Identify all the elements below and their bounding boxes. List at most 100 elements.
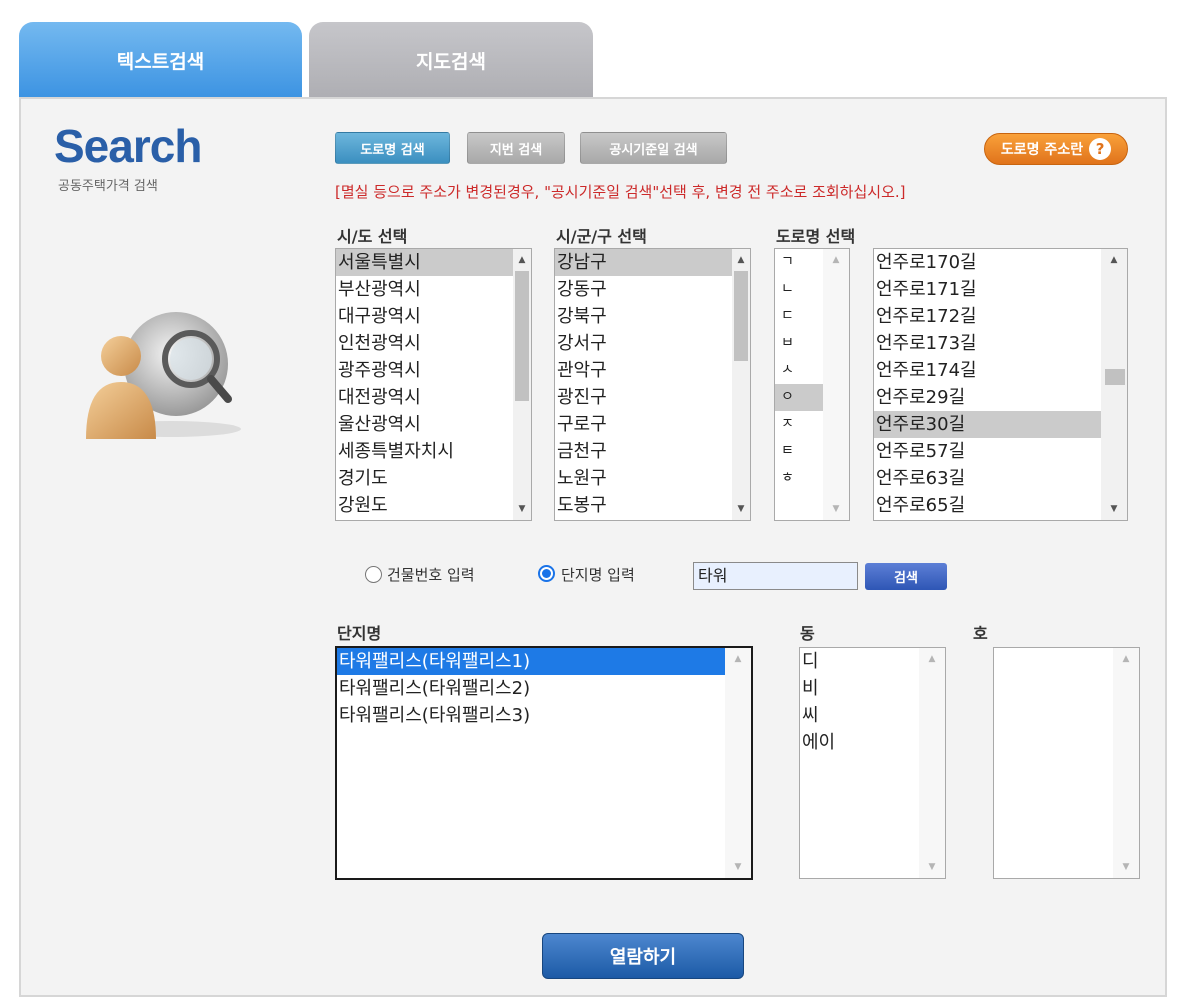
list-item[interactable]: 강서구	[555, 330, 732, 357]
view-button[interactable]: 열람하기	[542, 933, 744, 979]
lot-number-search-button[interactable]: 지번 검색	[467, 132, 565, 164]
list-item[interactable]: ㅅ	[775, 357, 823, 384]
ho-listbox[interactable]: ▲ ▼	[993, 647, 1140, 879]
ho-label: 호	[973, 624, 988, 643]
list-item[interactable]: 관악구	[555, 357, 732, 384]
complex-name-radio[interactable]	[538, 565, 555, 582]
sigungu-listbox[interactable]: 강남구 강동구 강북구 강서구 관악구 광진구 구로구 금천구 노원구 도봉구 …	[554, 248, 751, 521]
scroll-down-icon[interactable]: ▼	[1101, 500, 1127, 518]
scroll-thumb[interactable]	[515, 271, 529, 401]
list-item[interactable]: 씨	[800, 702, 919, 729]
list-item[interactable]: 언주로63길	[874, 465, 1101, 492]
list-item[interactable]: 서울특별시	[336, 249, 513, 276]
list-item[interactable]: 인천광역시	[336, 330, 513, 357]
list-item[interactable]: 에이	[800, 729, 919, 756]
list-item[interactable]: 타워팰리스(타워팰리스1)	[337, 648, 733, 675]
complex-scrollbar[interactable]: ▲ ▼	[725, 648, 751, 878]
road-name-search-button[interactable]: 도로명 검색	[335, 132, 450, 164]
list-item[interactable]: ㅎ	[775, 465, 823, 492]
building-number-label: 건물번호 입력	[387, 566, 475, 584]
list-item[interactable]: 언주로170길	[874, 249, 1101, 276]
initial-scrollbar[interactable]: ▲ ▼	[823, 249, 849, 520]
ho-scrollbar[interactable]: ▲ ▼	[1113, 648, 1139, 878]
notice-date-search-button[interactable]: 공시기준일 검색	[580, 132, 727, 164]
dong-listbox[interactable]: 디 비 씨 에이 ▲ ▼	[799, 647, 946, 879]
logo-title: Search	[54, 120, 202, 172]
complex-label: 단지명	[337, 624, 382, 643]
dong-scrollbar[interactable]: ▲ ▼	[919, 648, 945, 878]
list-item[interactable]: 비	[800, 675, 919, 702]
list-item[interactable]: 광주광역시	[336, 357, 513, 384]
dong-label: 동	[800, 624, 815, 643]
list-item[interactable]: ㅇ	[775, 384, 823, 411]
scroll-up-icon[interactable]: ▲	[919, 650, 945, 668]
list-item[interactable]: 언주로57길	[874, 438, 1101, 465]
list-item[interactable]: 언주로65길	[874, 492, 1101, 519]
list-item[interactable]: 언주로173길	[874, 330, 1101, 357]
list-item[interactable]: 강동구	[555, 276, 732, 303]
scroll-down-icon[interactable]: ▼	[513, 500, 531, 518]
scroll-up-icon[interactable]: ▲	[725, 650, 751, 668]
scroll-up-icon[interactable]: ▲	[1113, 650, 1139, 668]
list-item[interactable]: 세종특별자치시	[336, 438, 513, 465]
person-magnifier-icon	[86, 312, 241, 439]
sido-listbox[interactable]: 서울특별시 부산광역시 대구광역시 인천광역시 광주광역시 대전광역시 울산광역…	[335, 248, 532, 521]
list-item[interactable]: 경기도	[336, 465, 513, 492]
list-item[interactable]: 언주로174길	[874, 357, 1101, 384]
list-item[interactable]: 구로구	[555, 411, 732, 438]
list-item[interactable]: ㄱ	[775, 249, 823, 276]
road-name-listbox[interactable]: 언주로170길 언주로171길 언주로172길 언주로173길 언주로174길 …	[873, 248, 1128, 521]
list-item[interactable]: 강남구	[555, 249, 732, 276]
list-item[interactable]: 디	[800, 648, 919, 675]
scroll-down-icon[interactable]: ▼	[732, 500, 750, 518]
question-icon: ?	[1089, 138, 1112, 160]
list-item[interactable]: 울산광역시	[336, 411, 513, 438]
list-item[interactable]: 금천구	[555, 438, 732, 465]
building-number-radio[interactable]	[365, 566, 382, 583]
scroll-up-icon[interactable]: ▲	[513, 251, 531, 269]
scroll-down-icon[interactable]: ▼	[919, 858, 945, 876]
list-item[interactable]: ㅈ	[775, 411, 823, 438]
notice-text: [멸실 등으로 주소가 변경된경우, "공시기준일 검색"선택 후, 변경 전 …	[335, 183, 906, 201]
list-item[interactable]: 강북구	[555, 303, 732, 330]
scroll-down-icon[interactable]: ▼	[725, 858, 751, 876]
complex-search-input[interactable]: 타워	[693, 562, 858, 590]
complex-name-label: 단지명 입력	[561, 566, 635, 584]
tab-map-search[interactable]: 지도검색	[309, 22, 593, 98]
scroll-thumb[interactable]	[1105, 369, 1125, 385]
list-item[interactable]: ㄷ	[775, 303, 823, 330]
scroll-up-icon[interactable]: ▲	[823, 251, 849, 269]
scroll-thumb[interactable]	[734, 271, 748, 361]
list-item[interactable]: 언주로171길	[874, 276, 1101, 303]
tab-text-search[interactable]: 텍스트검색	[19, 22, 302, 98]
list-item[interactable]: 타워팰리스(타워팰리스3)	[337, 702, 733, 729]
list-item[interactable]: ㄴ	[775, 276, 823, 303]
list-item[interactable]: 노원구	[555, 465, 732, 492]
scroll-down-icon[interactable]: ▼	[1113, 858, 1139, 876]
list-item[interactable]: 부산광역시	[336, 276, 513, 303]
list-item[interactable]: 언주로30길	[874, 411, 1101, 438]
list-item[interactable]: 타워팰리스(타워팰리스2)	[337, 675, 733, 702]
list-item[interactable]: 강원도	[336, 492, 513, 519]
search-panel: Search 공동주택가격 검색 도로명 검색 지번 검색 공시기준일 검색 도…	[19, 97, 1167, 997]
sido-scrollbar[interactable]: ▲ ▼	[513, 249, 531, 520]
list-item[interactable]: 대전광역시	[336, 384, 513, 411]
scroll-down-icon[interactable]: ▼	[823, 500, 849, 518]
list-item[interactable]: 대구광역시	[336, 303, 513, 330]
road-label: 도로명 선택	[776, 227, 856, 246]
road-initial-listbox[interactable]: ㄱ ㄴ ㄷ ㅂ ㅅ ㅇ ㅈ ㅌ ㅎ ▲ ▼	[774, 248, 850, 521]
list-item[interactable]: ㅌ	[775, 438, 823, 465]
complex-search-button[interactable]: 검색	[865, 563, 947, 590]
list-item[interactable]: 언주로29길	[874, 384, 1101, 411]
guide-label: 도로명 주소란	[1000, 142, 1084, 158]
road-name-scrollbar[interactable]: ▲ ▼	[1101, 249, 1127, 520]
scroll-up-icon[interactable]: ▲	[732, 251, 750, 269]
list-item[interactable]: ㅂ	[775, 330, 823, 357]
list-item[interactable]: 언주로172길	[874, 303, 1101, 330]
list-item[interactable]: 도봉구	[555, 492, 732, 519]
sigungu-scrollbar[interactable]: ▲ ▼	[732, 249, 750, 520]
scroll-up-icon[interactable]: ▲	[1101, 251, 1127, 269]
road-address-guide-button[interactable]: 도로명 주소란 ?	[984, 133, 1128, 165]
complex-listbox[interactable]: 타워팰리스(타워팰리스1) 타워팰리스(타워팰리스2) 타워팰리스(타워팰리스3…	[335, 646, 753, 880]
list-item[interactable]: 광진구	[555, 384, 732, 411]
